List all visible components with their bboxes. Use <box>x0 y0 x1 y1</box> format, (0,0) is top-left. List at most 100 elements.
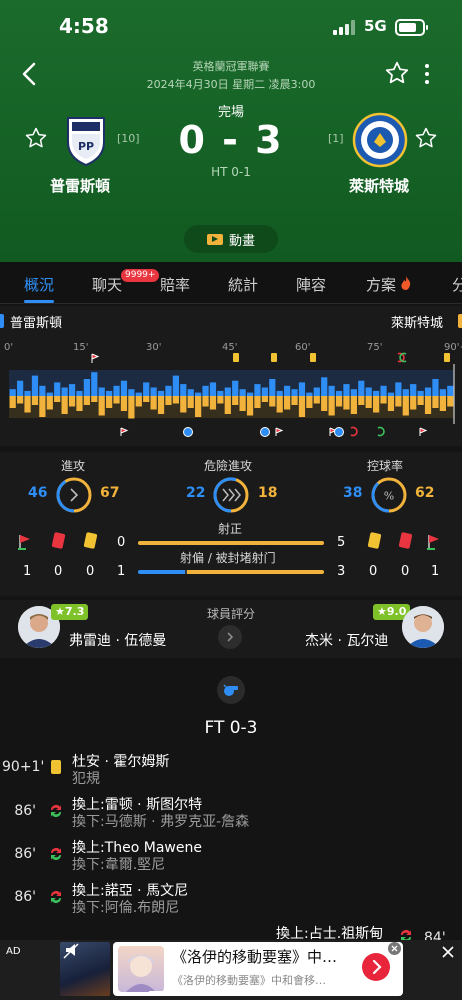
home-momentum-bar <box>120 380 128 396</box>
away-momentum-bar <box>39 396 46 417</box>
event-player-out: 換下:马德斯 · 弗罗克亚-詹森 <box>72 814 250 830</box>
danger-away: 18 <box>258 485 278 501</box>
home-momentum-bar <box>224 387 231 396</box>
favorite-home-team-button[interactable] <box>24 126 48 150</box>
away-momentum-bar <box>157 396 165 414</box>
mute-icon <box>63 943 79 959</box>
tab-overview[interactable]: 概況 <box>24 274 54 295</box>
home-momentum-bar <box>321 377 328 396</box>
away-momentum-bar <box>135 396 142 407</box>
away-player-avatar[interactable] <box>402 606 444 648</box>
home-momentum-bar <box>239 389 246 396</box>
favorite-match-button[interactable] <box>384 60 410 86</box>
tab-more[interactable]: 分 <box>452 274 462 295</box>
away-momentum-bar <box>350 396 357 414</box>
tab-tips[interactable]: 方案 <box>366 274 396 295</box>
home-corners: 1 <box>23 564 32 579</box>
away-corners: 1 <box>431 564 440 579</box>
home-momentum-bar <box>380 385 387 396</box>
close-icon <box>391 945 398 952</box>
animation-button[interactable]: 動畫 <box>184 225 278 253</box>
status-time: 4:58 <box>59 14 109 38</box>
away-player-name[interactable]: 杰米 · 瓦尔迪 <box>305 630 388 650</box>
corner-flag-icon <box>120 427 129 436</box>
timeline-tick: 15' <box>73 342 88 353</box>
home-momentum-bar <box>217 390 224 396</box>
tab-chat[interactable]: 聊天 <box>92 274 122 295</box>
home-momentum-bar <box>402 389 409 396</box>
corner-flag-icon <box>419 427 428 436</box>
yellow-card-icon <box>233 353 239 362</box>
away-momentum-bar <box>439 396 446 411</box>
ad-image[interactable] <box>118 946 164 992</box>
substitution-icon <box>51 848 61 860</box>
home-team-crest[interactable]: PP <box>58 112 114 168</box>
away-momentum-bar <box>358 396 365 405</box>
corner-flag-icon <box>275 427 284 436</box>
tab-odds[interactable]: 賠率 <box>160 274 190 295</box>
home-momentum-bar <box>358 380 365 396</box>
away-momentum-bar <box>128 396 135 419</box>
ad-close-button[interactable] <box>440 944 456 960</box>
away-momentum-bar <box>91 396 98 402</box>
home-momentum-bar <box>39 385 46 396</box>
ad-title[interactable]: 《洛伊的移動要塞》中… <box>172 946 337 967</box>
home-momentum-bar <box>9 389 16 396</box>
home-momentum-bar <box>306 392 313 396</box>
timeline-home-name: 普雷斯頓 <box>10 316 63 331</box>
match-page: 4:58 5G 英格蘭冠軍聯賽 2024年4月30日 星期二 凌晨3:00 完場… <box>0 0 462 1000</box>
home-momentum-bar <box>54 382 61 396</box>
away-momentum-bar <box>254 396 261 408</box>
home-momentum-bar <box>387 392 395 396</box>
timeline-tick: 45' <box>222 342 237 353</box>
home-player-name[interactable]: 弗雷迪 · 伍德曼 <box>69 630 166 650</box>
ad-video-thumbnail[interactable] <box>60 942 110 996</box>
home-yellow-cards: 0 <box>86 564 95 579</box>
possession-away: 62 <box>415 485 435 501</box>
tab-lineup[interactable]: 陣容 <box>296 274 326 295</box>
yellow-card-icon <box>310 353 316 362</box>
tab-stats[interactable]: 統計 <box>228 274 258 295</box>
away-momentum-bar <box>387 396 395 411</box>
favorite-away-team-button[interactable] <box>414 126 438 150</box>
away-momentum-bar <box>31 396 39 405</box>
away-momentum-bar <box>143 396 150 402</box>
home-momentum-bar <box>113 385 120 396</box>
timeline-tick: 0' <box>4 342 13 353</box>
away-momentum-bar <box>165 396 172 405</box>
away-momentum-bar <box>17 396 24 404</box>
away-team-name[interactable]: 萊斯特城 <box>349 175 409 196</box>
events-bottom <box>120 426 428 437</box>
away-momentum-bar <box>261 396 268 402</box>
more-menu-button[interactable] <box>420 62 434 88</box>
home-momentum-bar <box>232 380 239 396</box>
home-momentum-bar <box>261 387 268 396</box>
ratings-more-button[interactable] <box>218 625 242 649</box>
home-team-name[interactable]: 普雷斯頓 <box>50 175 110 196</box>
home-momentum-bar <box>343 384 350 396</box>
timeline-away-name: 萊斯特城 <box>391 316 444 331</box>
home-momentum-bar <box>128 389 135 396</box>
away-momentum-bar <box>306 396 313 408</box>
ad-open-button[interactable] <box>362 953 390 981</box>
momentum-chart[interactable]: 0' 15' 30' 45' 60' 75' 90'+ <box>0 336 462 446</box>
away-team-crest[interactable] <box>352 112 408 168</box>
chevron-right-icon <box>372 959 382 975</box>
animation-label: 動畫 <box>228 233 255 249</box>
away-momentum-bar <box>269 396 276 407</box>
away-momentum-bar <box>150 396 157 410</box>
away-momentum-bar <box>98 396 105 416</box>
away-momentum-bar <box>46 396 53 410</box>
home-momentum-bar <box>61 387 68 396</box>
home-momentum-bar <box>165 385 172 396</box>
ad-dismiss-button[interactable] <box>388 942 401 955</box>
home-red-cards: 0 <box>54 564 63 579</box>
event-minute: 86' <box>14 889 36 905</box>
danger-donut <box>213 477 249 513</box>
percent-symbol: % <box>384 490 394 503</box>
home-momentum-bar <box>68 384 76 396</box>
home-momentum-bar <box>157 390 165 396</box>
away-momentum-bar <box>76 396 83 411</box>
home-momentum-bar <box>365 387 372 396</box>
home-momentum-bar <box>284 385 291 396</box>
